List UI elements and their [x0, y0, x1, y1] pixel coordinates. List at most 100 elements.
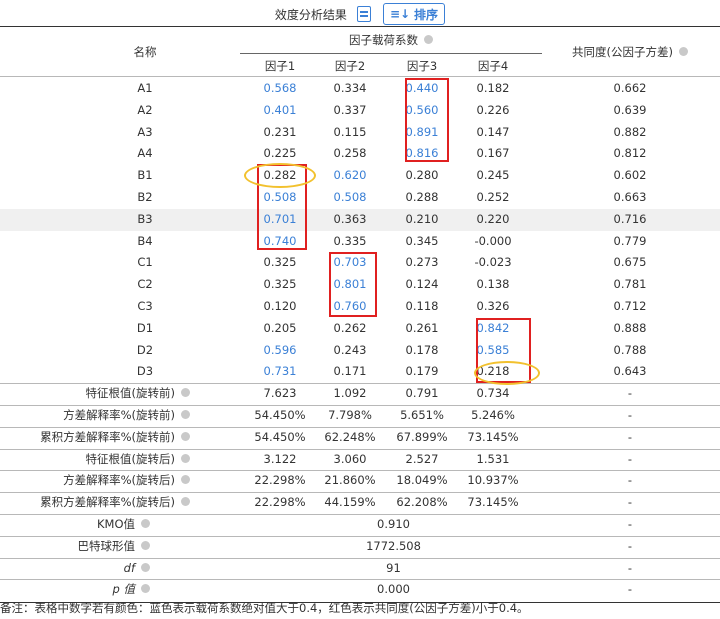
loading-value: 0.120	[263, 299, 297, 313]
test-communality: -	[627, 517, 633, 531]
communality-value: 0.663	[613, 190, 647, 204]
loading-value: 0.258	[333, 146, 367, 161]
help-icon[interactable]	[424, 35, 433, 44]
loading-value: 0.124	[405, 277, 439, 292]
test-communality: -	[627, 582, 633, 597]
help-icon[interactable]	[141, 540, 150, 550]
loading-value: 0.220	[476, 211, 510, 226]
sort-label: 排序	[414, 7, 439, 22]
stat-value: 54.450%	[254, 408, 306, 422]
help-icon[interactable]	[141, 519, 150, 528]
loading-value: 0.171	[333, 364, 367, 379]
communality-value: 0.882	[613, 124, 647, 139]
stat-communality: -	[627, 408, 633, 422]
stat-label: 累积方差解释率%(旋转前)	[40, 429, 175, 444]
test-name: df	[0, 558, 150, 579]
loading-value: 0.210	[405, 211, 439, 226]
stat-value: 54.450%	[254, 429, 306, 444]
loading-value: 0.288	[405, 190, 439, 204]
loading-value: 0.205	[263, 320, 297, 335]
table-note: 备注：表格中数字若有颜色：蓝色表示载荷系数绝对值大于0.4，红色表示共同度(公因…	[0, 601, 529, 615]
test-label: 巴特球形值	[77, 538, 136, 553]
stat-communality: -	[627, 495, 633, 510]
row-name: A2	[137, 102, 153, 117]
stat-value: 18.049%	[396, 473, 448, 488]
test-value: 0.000	[377, 582, 410, 597]
communality-value: 0.639	[613, 102, 647, 117]
test-label: p 值	[112, 582, 135, 597]
stat-value: 1.531	[476, 451, 510, 466]
highlight-box	[405, 78, 449, 162]
help-icon[interactable]	[181, 497, 190, 507]
header-factor-3: 因子3	[406, 59, 438, 73]
communality-value: 0.716	[613, 211, 647, 226]
communality-value: 0.662	[613, 81, 647, 95]
loading-value: 0.138	[476, 277, 510, 292]
help-icon[interactable]	[141, 584, 150, 594]
document-icon[interactable]	[356, 6, 371, 22]
communality-value: 0.675	[613, 255, 647, 270]
test-value: 0.910	[377, 517, 410, 531]
stat-label: 方差解释率%(旋转后)	[63, 473, 175, 488]
row-name: D1	[136, 320, 154, 335]
loading-value: 0.280	[405, 168, 439, 183]
stat-value: 44.159%	[324, 495, 376, 510]
highlight-box	[329, 252, 377, 317]
table-divider	[240, 53, 542, 54]
stat-value: 1.092	[333, 386, 367, 401]
stat-label: 特征根值(旋转前)	[85, 386, 175, 401]
stat-value: 3.060	[333, 451, 367, 466]
test-communality: -	[627, 560, 633, 575]
sort-button[interactable]: ≡↓ 排序	[382, 3, 446, 25]
loading-value: 0.325	[263, 255, 297, 270]
test-label: df	[123, 560, 135, 575]
loading-value: 0.179	[405, 364, 439, 379]
stat-name: 特征根值(旋转后)	[0, 449, 190, 470]
stat-name: 方差解释率%(旋转后)	[0, 470, 190, 491]
row-name: B4	[137, 233, 153, 248]
loading-value: 0.326	[476, 299, 510, 313]
stat-communality: -	[627, 473, 633, 488]
loading-value: 0.401	[263, 102, 297, 117]
loading-value: 0.245	[476, 168, 510, 183]
header-loading-group: 因子载荷系数	[240, 32, 542, 48]
loading-value: 0.182	[476, 81, 510, 95]
loading-value: 0.325	[263, 277, 297, 292]
stat-communality: -	[627, 429, 633, 444]
row-name: B1	[137, 168, 153, 183]
stat-label: 累积方差解释率%(旋转后)	[40, 495, 175, 510]
communality-value: 0.788	[613, 342, 647, 357]
table-divider	[0, 76, 720, 77]
help-icon[interactable]	[678, 47, 688, 56]
help-icon[interactable]	[181, 431, 190, 441]
highlight-oval	[474, 361, 540, 385]
stat-communality: -	[627, 451, 633, 466]
header-factor-1: 因子1	[264, 59, 296, 73]
row-name: B3	[137, 211, 153, 226]
test-label: KMO值	[96, 517, 135, 531]
loading-value: 0.118	[405, 299, 439, 313]
loading-value: 0.225	[263, 146, 297, 161]
row-name: A3	[137, 124, 153, 139]
stat-value: 73.145%	[467, 429, 519, 444]
communality-value: 0.779	[613, 233, 647, 248]
help-icon[interactable]	[141, 562, 150, 572]
test-communality: -	[627, 538, 633, 553]
help-icon[interactable]	[181, 475, 190, 485]
row-name: D3	[136, 364, 154, 379]
header-name: 名称	[133, 45, 157, 59]
stat-value: 5.246%	[471, 408, 515, 422]
loading-value: 0.226	[476, 102, 510, 117]
communality-value: 0.888	[613, 320, 647, 335]
row-name: D2	[136, 342, 154, 357]
help-icon[interactable]	[181, 388, 190, 398]
header-factor-4: 因子4	[477, 59, 509, 73]
help-icon[interactable]	[181, 410, 190, 419]
stat-name: 累积方差解释率%(旋转前)	[0, 427, 190, 448]
row-name: B2	[137, 190, 153, 204]
stat-value: 7.798%	[328, 408, 372, 422]
loading-value: 0.178	[405, 342, 439, 357]
sort-icon: ≡↓	[389, 7, 411, 21]
help-icon[interactable]	[181, 453, 190, 463]
communality-value: 0.643	[613, 364, 647, 379]
